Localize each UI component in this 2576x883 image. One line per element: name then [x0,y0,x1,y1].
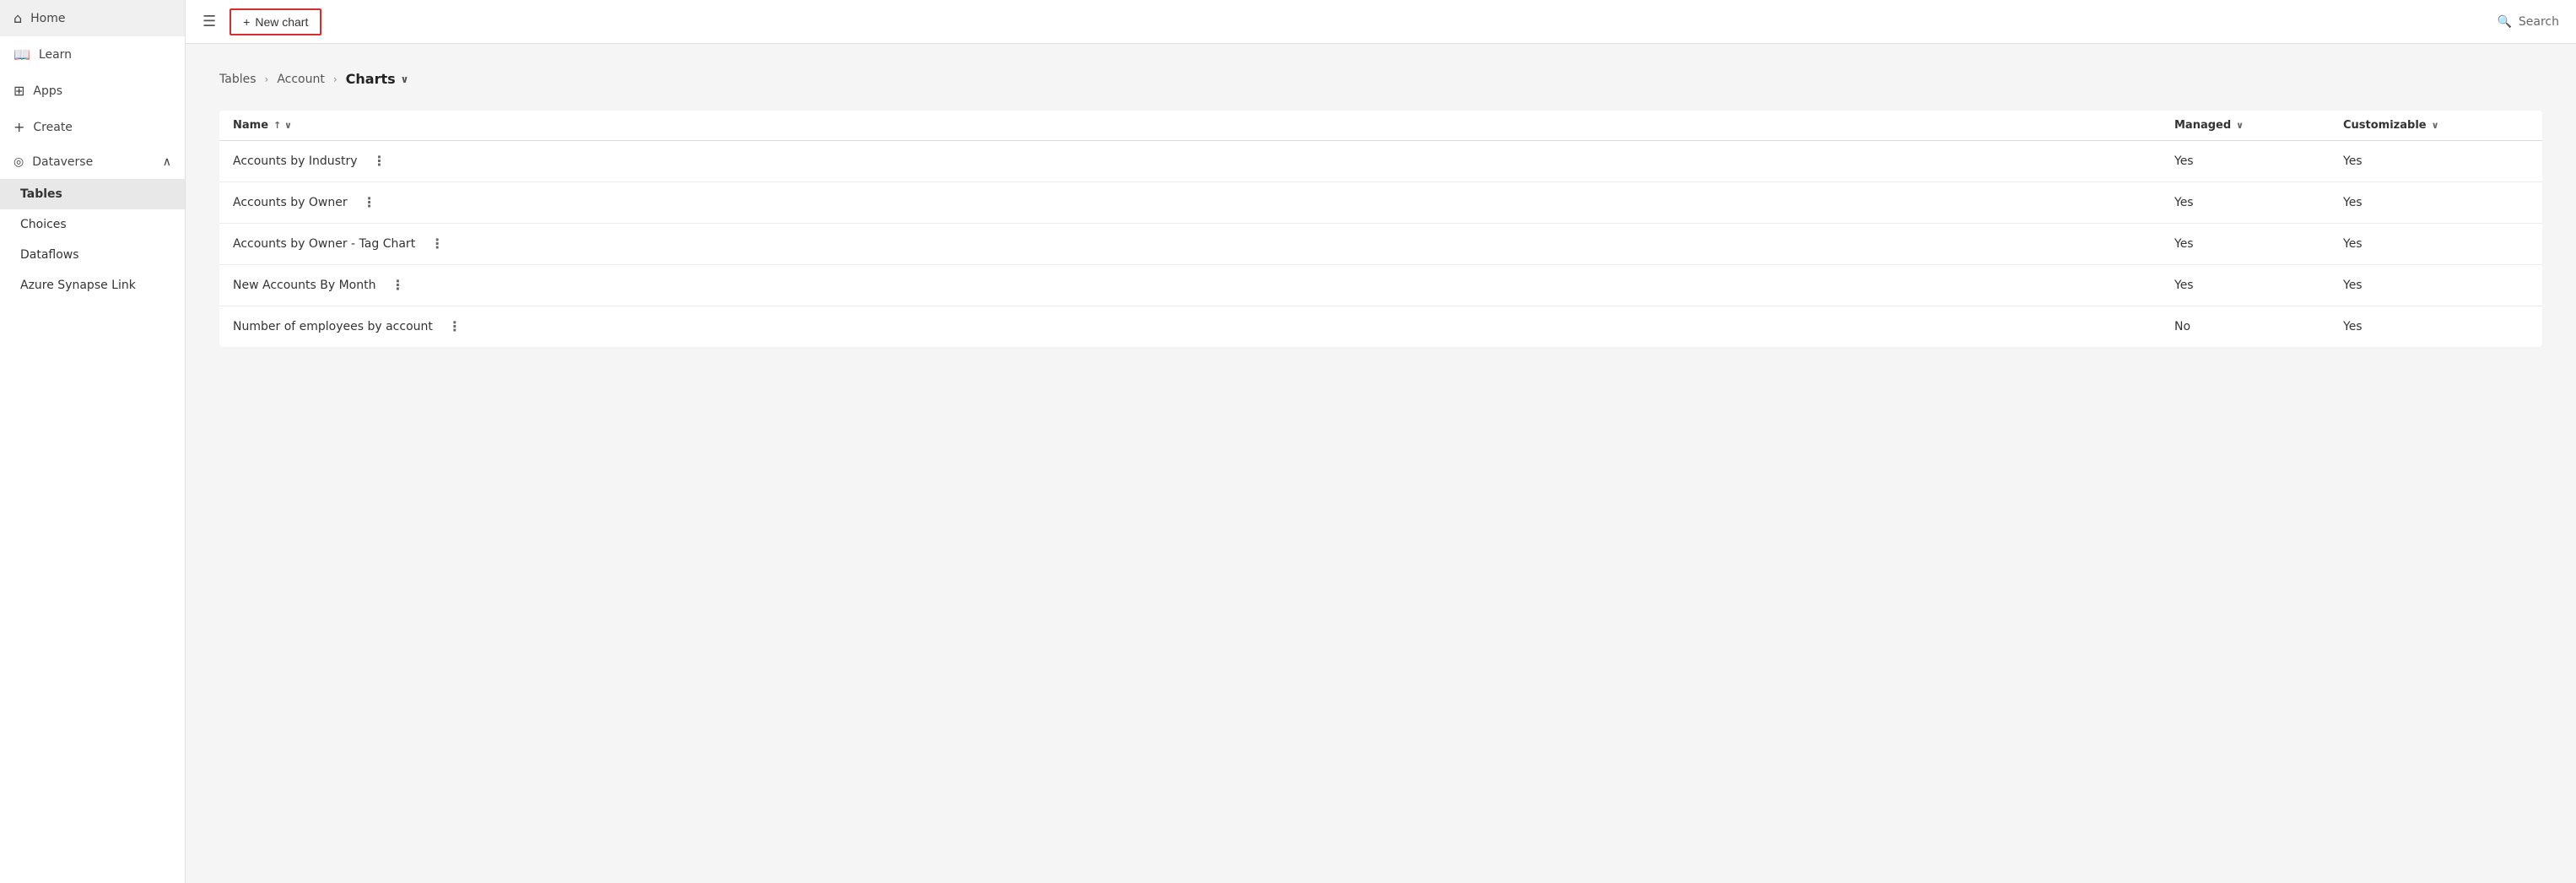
sidebar: ⌂ Home 📖 Learn ⊞ Apps + Create ◎ Dataver… [0,0,186,883]
row-managed: Yes [2174,279,2343,292]
table-header: Name ↑ ∨ Managed ∨ Customizable ∨ [219,111,2542,141]
sidebar-item-azure[interactable]: Azure Synapse Link [0,270,185,301]
chevron-up-icon: ∧ [163,155,171,169]
sidebar-apps-label: Apps [33,84,62,98]
breadcrumb-sep-1: › [265,73,269,85]
row-name-cell: Accounts by Owner ⋮ [233,194,2174,211]
row-name-cell: New Accounts By Month ⋮ [233,277,2174,294]
sort-icon-name: ↑ ∨ [273,120,292,131]
learn-icon: 📖 [14,46,30,62]
row-name: Number of employees by account [233,320,433,333]
sidebar-item-home[interactable]: ⌂ Home [0,0,185,36]
table-row[interactable]: Accounts by Owner - Tag Chart ⋮ Yes Yes [219,224,2542,265]
sidebar-dataflows-label: Dataflows [20,248,79,262]
row-customizable: Yes [2343,154,2529,168]
row-menu-button[interactable]: ⋮ [358,194,381,211]
row-name: New Accounts By Month [233,279,375,292]
row-customizable: Yes [2343,196,2529,209]
row-managed: Yes [2174,154,2343,168]
main-area: ☰ + New chart 🔍 Search Tables › Account … [186,0,2576,883]
home-icon: ⌂ [14,10,22,26]
breadcrumb-sep-2: › [333,73,338,85]
sidebar-choices-label: Choices [20,218,67,231]
apps-icon: ⊞ [14,83,24,99]
search-label: Search [2519,15,2559,29]
hamburger-icon: ☰ [203,13,216,30]
breadcrumb-charts: Charts ∨ [346,71,409,87]
hamburger-button[interactable]: ☰ [203,13,216,30]
row-name-cell: Number of employees by account ⋮ [233,318,2174,335]
sidebar-item-apps[interactable]: ⊞ Apps [0,73,185,109]
sidebar-item-dataflows[interactable]: Dataflows [0,240,185,270]
search-button[interactable]: 🔍 Search [2497,15,2559,29]
sidebar-item-dataverse[interactable]: ◎ Dataverse ∧ [0,145,185,179]
row-menu-button[interactable]: ⋮ [386,277,409,294]
breadcrumb-account[interactable]: Account [277,73,325,86]
sidebar-create-label: Create [33,121,73,134]
sidebar-item-create[interactable]: + Create [0,109,185,145]
col-header-customizable[interactable]: Customizable ∨ [2343,119,2529,132]
row-menu-button[interactable]: ⋮ [425,236,449,252]
sidebar-item-choices[interactable]: Choices [0,209,185,240]
sort-icon-customizable: ∨ [2432,120,2439,131]
table-rows: Accounts by Industry ⋮ Yes Yes Accounts … [219,141,2542,347]
col-header-managed[interactable]: Managed ∨ [2174,119,2343,132]
row-customizable: Yes [2343,279,2529,292]
row-name-cell: Accounts by Owner - Tag Chart ⋮ [233,236,2174,252]
sidebar-item-learn[interactable]: 📖 Learn [0,36,185,73]
table-row[interactable]: Accounts by Owner ⋮ Yes Yes [219,182,2542,224]
new-chart-label: New chart [255,15,308,29]
row-customizable: Yes [2343,237,2529,251]
toolbar: ☰ + New chart 🔍 Search [186,0,2576,44]
content-area: Tables › Account › Charts ∨ Name ↑ ∨ Man… [186,44,2576,883]
row-menu-button[interactable]: ⋮ [367,153,391,170]
new-chart-button[interactable]: + New chart [230,8,321,35]
breadcrumb-chevron-icon[interactable]: ∨ [401,73,409,85]
sidebar-dataverse-label: Dataverse [32,155,93,169]
row-name: Accounts by Industry [233,154,357,168]
sidebar-learn-label: Learn [39,48,72,62]
table-row[interactable]: Accounts by Industry ⋮ Yes Yes [219,141,2542,182]
table-row[interactable]: New Accounts By Month ⋮ Yes Yes [219,265,2542,306]
row-name: Accounts by Owner - Tag Chart [233,237,415,251]
breadcrumb-tables[interactable]: Tables [219,73,257,86]
table-row[interactable]: Number of employees by account ⋮ No Yes [219,306,2542,347]
sort-icon-managed: ∨ [2236,120,2244,131]
row-managed: No [2174,320,2343,333]
sidebar-azure-label: Azure Synapse Link [20,279,136,292]
create-icon: + [14,119,24,135]
plus-icon: + [243,15,250,29]
row-menu-button[interactable]: ⋮ [443,318,467,335]
col-header-name[interactable]: Name ↑ ∨ [233,119,2174,132]
row-managed: Yes [2174,196,2343,209]
sidebar-item-tables[interactable]: Tables [0,179,185,209]
charts-table: Name ↑ ∨ Managed ∨ Customizable ∨ Accoun… [219,111,2542,347]
row-managed: Yes [2174,237,2343,251]
row-name: Accounts by Owner [233,196,348,209]
breadcrumb: Tables › Account › Charts ∨ [219,71,2542,87]
search-icon: 🔍 [2497,15,2511,29]
sidebar-tables-label: Tables [20,187,62,201]
dataverse-icon: ◎ [14,155,24,169]
sidebar-home-label: Home [30,12,65,25]
row-name-cell: Accounts by Industry ⋮ [233,153,2174,170]
row-customizable: Yes [2343,320,2529,333]
